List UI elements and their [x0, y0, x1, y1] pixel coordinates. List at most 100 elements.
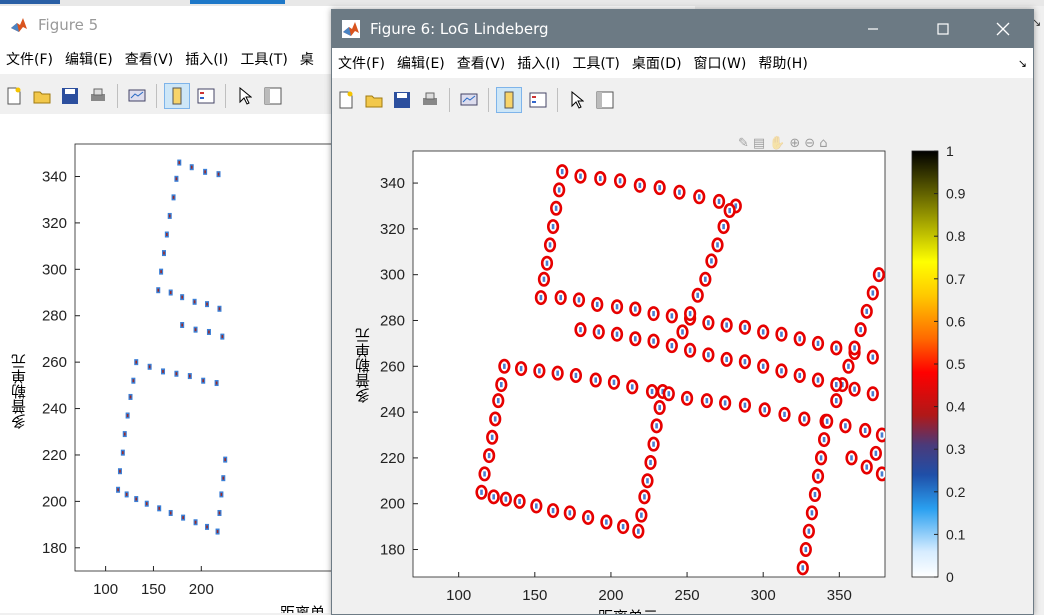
detection-pixel — [559, 294, 562, 301]
new-figure-icon[interactable] — [2, 84, 26, 108]
data-point-core — [190, 165, 193, 169]
y-tick-label: 180 — [42, 540, 67, 557]
y-tick-label: 300 — [380, 267, 405, 284]
data-point-core — [125, 492, 128, 496]
bg-tab-fragment-3 — [190, 0, 285, 4]
menu-view[interactable]: 查看(V) — [457, 53, 506, 73]
detection-pixel — [557, 187, 561, 193]
save-icon[interactable] — [58, 84, 82, 108]
open-file-icon[interactable] — [362, 88, 386, 112]
detection-pixel — [548, 242, 552, 248]
menu-desktop[interactable]: 桌面(D) — [632, 53, 682, 73]
detection-pixel — [496, 398, 500, 404]
detection-pixel — [597, 329, 601, 335]
y-tick-label: 220 — [380, 450, 405, 467]
detection-pixel — [844, 423, 847, 429]
menu-insert[interactable]: 插入(I) — [517, 53, 560, 73]
fig5-menu-tools[interactable]: 工具(T) — [240, 49, 287, 69]
legend-toggle-icon[interactable] — [526, 88, 550, 112]
detection-pixel — [807, 528, 811, 534]
detection-pixel — [615, 304, 619, 310]
figure6-window[interactable]: Figure 6: LoG Lindeberg 文件(F) 编辑(E) 查看(V… — [331, 9, 1034, 615]
detection-pixel — [649, 459, 652, 466]
detection-pixel — [612, 379, 616, 385]
detection-pixel — [780, 368, 783, 374]
data-point-core — [218, 307, 221, 311]
fig5-menu-desktop[interactable]: 桌 — [300, 49, 314, 69]
maximize-button[interactable] — [920, 10, 966, 48]
y-tick-label: 280 — [380, 312, 405, 329]
data-point-core — [194, 520, 197, 524]
detection-pixel — [710, 258, 713, 264]
menu-help[interactable]: 帮助(H) — [758, 53, 807, 73]
detection-pixel — [688, 347, 692, 353]
detection-pixel — [761, 363, 765, 369]
data-point-core — [160, 270, 162, 274]
detection-pixel — [847, 363, 850, 369]
detection-pixel — [539, 294, 543, 301]
detection-pixel — [863, 427, 867, 434]
pointer-icon[interactable] — [233, 84, 257, 108]
property-editor-icon[interactable] — [261, 84, 285, 108]
fig5-menu-view[interactable]: 查看(V) — [125, 49, 174, 69]
link-plot-icon[interactable] — [457, 88, 481, 112]
save-icon[interactable] — [390, 88, 414, 112]
menu-tools[interactable]: 工具(T) — [572, 53, 619, 73]
detection-pixel — [586, 514, 590, 521]
detection-pixel — [880, 471, 884, 477]
toolbar-separator — [488, 88, 489, 112]
pointer-icon[interactable] — [565, 88, 589, 112]
detection-pixel — [652, 311, 655, 317]
x-tick-label: 350 — [827, 587, 852, 604]
colorbar-toggle-icon[interactable] — [496, 87, 522, 113]
menu-edit[interactable]: 编辑(E) — [397, 53, 445, 73]
data-point-core — [123, 432, 126, 436]
fig5-menu-file[interactable]: 文件(F) — [6, 49, 53, 69]
colorbar-tick-label: 0.1 — [946, 526, 966, 542]
figure6-titlebar[interactable]: Figure 6: LoG Lindeberg — [332, 10, 1033, 48]
print-icon[interactable] — [86, 84, 110, 108]
detection-pixel — [658, 185, 661, 191]
detection-pixel — [877, 272, 881, 278]
x-tick-label: 200 — [598, 587, 623, 604]
fig5-x-axis-label: 距离单 — [280, 604, 326, 613]
detection-pixel — [500, 382, 503, 388]
data-point-core — [218, 511, 221, 515]
property-editor-icon[interactable] — [593, 88, 617, 112]
detection-pixel — [652, 441, 655, 447]
new-figure-icon[interactable] — [334, 88, 358, 112]
detection-pixel — [871, 290, 875, 296]
detection-pixel — [874, 450, 878, 456]
data-point-core — [172, 195, 175, 199]
detection-pixel — [594, 377, 598, 383]
colorbar-tick-label: 0.3 — [946, 441, 966, 457]
detection-pixel — [504, 496, 508, 502]
menu-file[interactable]: 文件(F) — [338, 53, 385, 73]
minimize-button[interactable] — [850, 10, 896, 48]
open-file-icon[interactable] — [30, 84, 54, 108]
detection-pixel — [545, 260, 549, 266]
detection-pixel — [503, 363, 506, 369]
print-icon[interactable] — [418, 88, 442, 112]
fig5-menu-edit[interactable]: 编辑(E) — [65, 49, 113, 69]
minimize-icon — [868, 28, 878, 30]
fig5-menu-insert[interactable]: 插入(I) — [185, 49, 228, 69]
data-point-core — [163, 251, 165, 255]
colorbar-tick-label: 0.9 — [946, 186, 966, 202]
detection-pixel — [871, 354, 875, 360]
data-point-core — [119, 469, 121, 473]
link-plot-icon[interactable] — [125, 84, 149, 108]
legend-toggle-icon[interactable] — [194, 84, 218, 108]
detection-pixel — [798, 372, 802, 379]
detection-pixel — [646, 478, 649, 484]
close-button[interactable] — [980, 10, 1026, 48]
data-point-core — [204, 170, 206, 174]
detection-pixel — [696, 292, 700, 298]
menu-window[interactable]: 窗口(W) — [694, 53, 747, 73]
toolbar-dock-arrow-icon[interactable]: ↘ — [1018, 57, 1027, 70]
detection-pixel — [633, 336, 637, 342]
colorbar-toggle-icon[interactable] — [164, 83, 190, 109]
toolbar-separator — [117, 84, 118, 108]
data-point-core — [181, 295, 183, 299]
data-point-core — [135, 360, 138, 364]
